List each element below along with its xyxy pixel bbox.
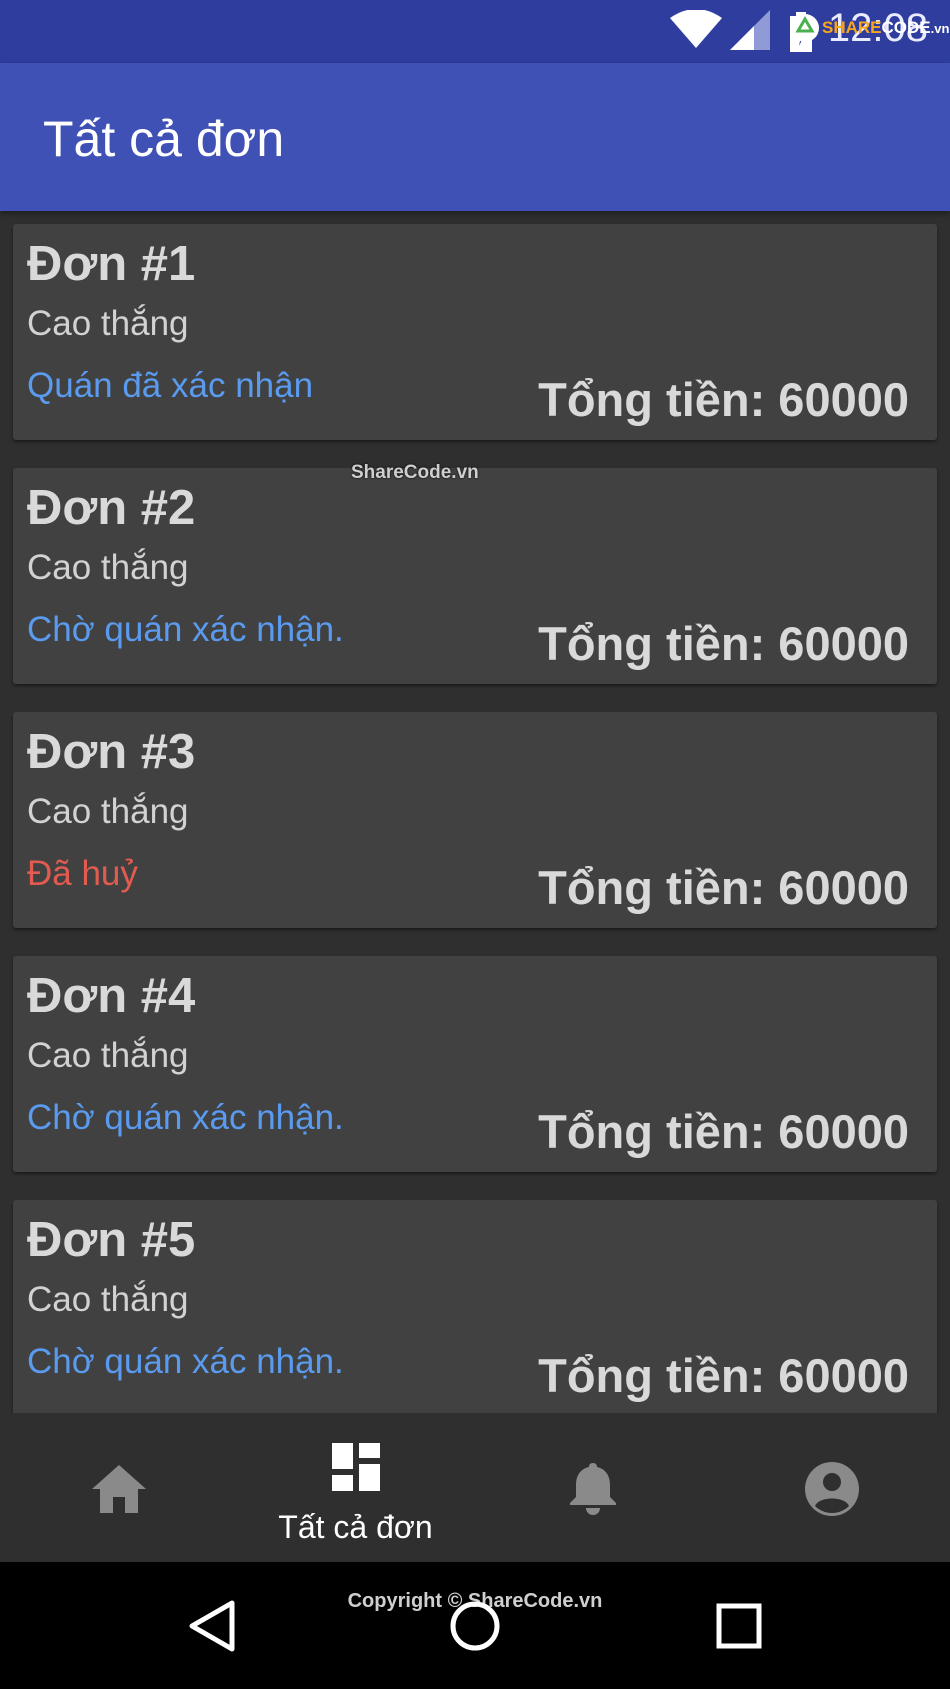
order-title: Đơn #2 [27, 481, 196, 535]
order-customer: Cao thắng [27, 792, 189, 831]
logo-share: SHARE [822, 18, 882, 37]
order-total: Tổng tiền: 60000 [538, 617, 909, 670]
order-total: Tổng tiền: 60000 [538, 861, 909, 914]
order-status: Đã huỷ [27, 854, 138, 893]
order-list[interactable]: Đơn #1 Cao thắng Quán đã xác nhận Tổng t… [0, 211, 950, 1413]
nav-home[interactable] [0, 1413, 237, 1562]
status-bar: 12:08 SHARE CODE .vn [0, 0, 950, 63]
sharecode-logo: SHARE CODE .vn [790, 8, 949, 48]
dashboard-icon [332, 1443, 380, 1491]
app-bar: Tất cả đơn [0, 63, 950, 211]
system-navigation-bar: Copyright © ShareCode.vn [0, 1562, 950, 1689]
nav-account[interactable] [711, 1413, 948, 1562]
order-status: Chờ quán xác nhận. [27, 610, 344, 649]
nav-all-orders[interactable]: Tất cả đơn [237, 1413, 474, 1562]
recents-icon[interactable] [716, 1603, 762, 1649]
order-card-2[interactable]: Đơn #2 Cao thắng Chờ quán xác nhận. Tổng… [13, 468, 937, 684]
back-icon[interactable] [188, 1600, 236, 1652]
order-title: Đơn #3 [27, 725, 196, 779]
wifi-icon [670, 10, 722, 48]
logo-code: CODE [881, 18, 931, 37]
order-card-3[interactable]: Đơn #3 Cao thắng Đã huỷ Tổng tiền: 60000 [13, 712, 937, 928]
nav-notifications[interactable] [474, 1413, 711, 1562]
order-total: Tổng tiền: 60000 [538, 1349, 909, 1402]
order-customer: Cao thắng [27, 304, 189, 343]
order-total: Tổng tiền: 60000 [538, 373, 909, 426]
logo-domain: .vn [930, 20, 950, 36]
watermark-center: ShareCode.vn [351, 462, 479, 483]
order-status: Chờ quán xác nhận. [27, 1098, 344, 1137]
home-icon [92, 1465, 146, 1513]
order-title: Đơn #1 [27, 237, 196, 291]
order-customer: Cao thắng [27, 1036, 189, 1075]
order-customer: Cao thắng [27, 548, 189, 587]
home-circle-icon[interactable] [449, 1600, 501, 1652]
recycle-icon [791, 14, 819, 42]
bell-icon [570, 1463, 616, 1515]
order-status: Chờ quán xác nhận. [27, 1342, 344, 1381]
order-status: Quán đã xác nhận [27, 366, 314, 405]
nav-all-orders-label: Tất cả đơn [278, 1509, 433, 1545]
order-card-5[interactable]: Đơn #5 Cao thắng Chờ quán xác nhận. Tổng… [13, 1200, 937, 1413]
order-card-1[interactable]: Đơn #1 Cao thắng Quán đã xác nhận Tổng t… [13, 224, 937, 440]
bottom-navigation: Tất cả đơn [0, 1413, 950, 1562]
cell-signal-icon [730, 10, 770, 50]
page-title: Tất cả đơn [43, 111, 285, 167]
order-title: Đơn #4 [27, 969, 196, 1023]
account-icon [805, 1462, 859, 1516]
order-total: Tổng tiền: 60000 [538, 1105, 909, 1158]
order-card-4[interactable]: Đơn #4 Cao thắng Chờ quán xác nhận. Tổng… [13, 956, 937, 1172]
order-title: Đơn #5 [27, 1213, 196, 1267]
order-customer: Cao thắng [27, 1280, 189, 1319]
